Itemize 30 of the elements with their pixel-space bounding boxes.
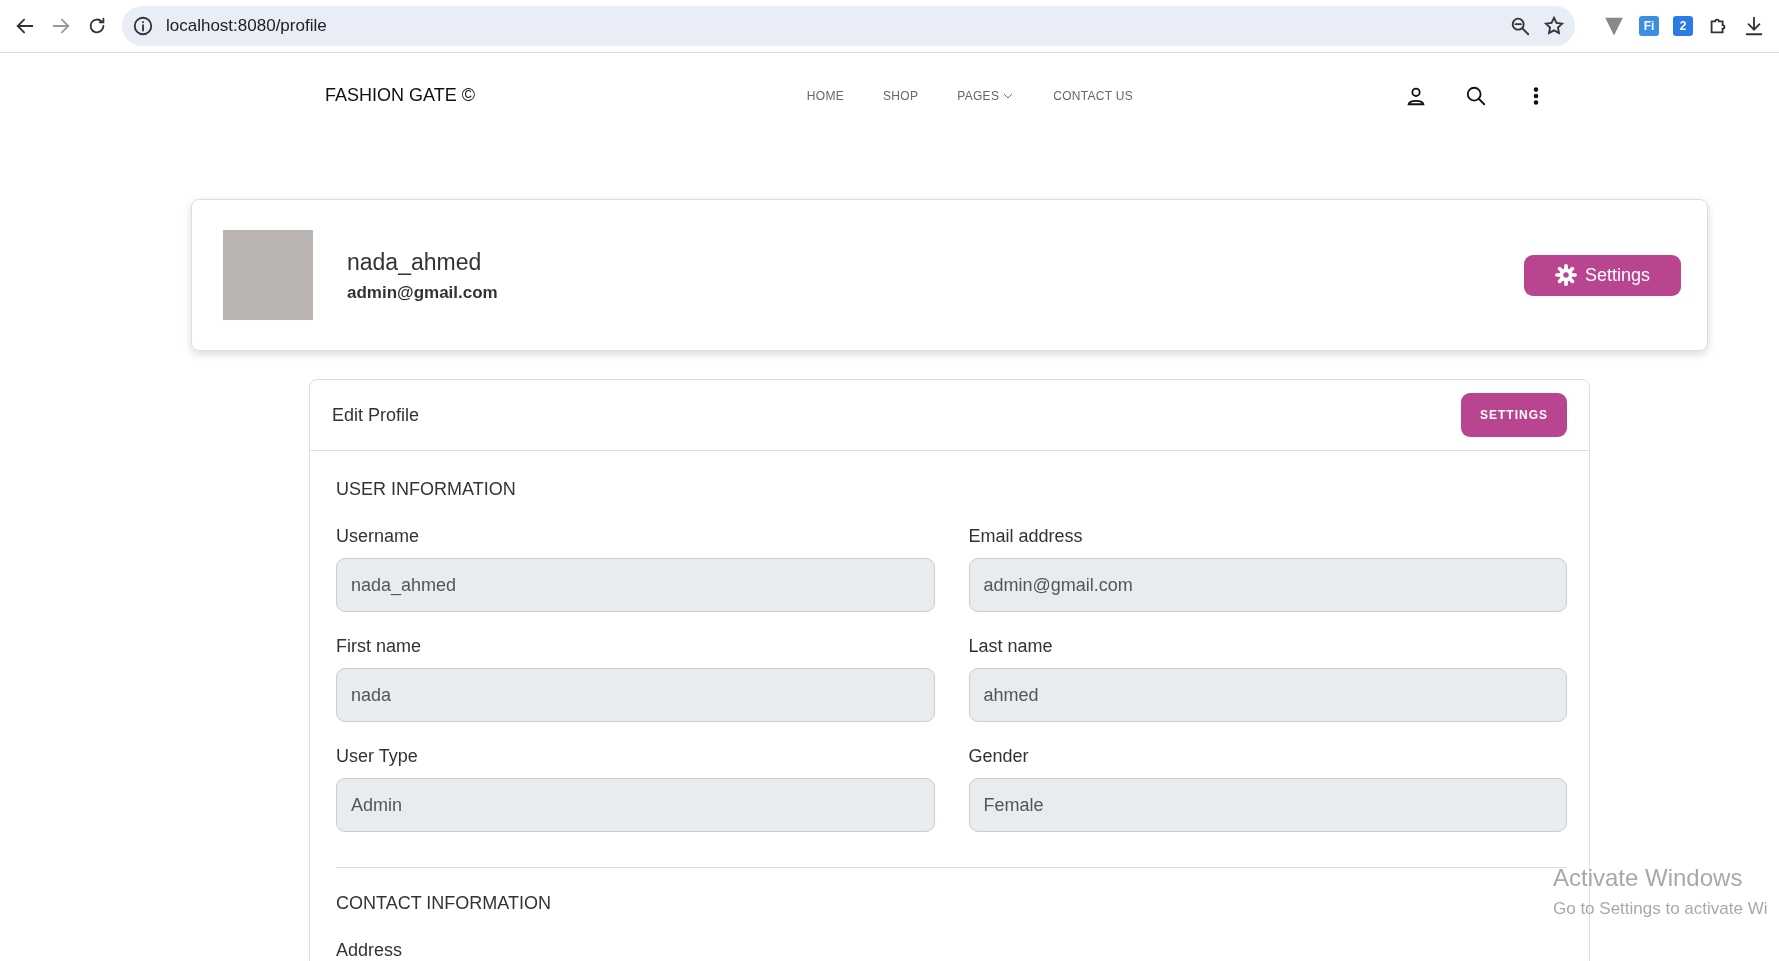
section-heading: USER INFORMATION	[336, 478, 516, 501]
field-label: User Type	[336, 745, 418, 768]
notice-text: Go to Settings to activate Wi	[1553, 898, 1768, 920]
field-label: First name	[336, 635, 422, 658]
zoom-icon[interactable]	[1509, 15, 1531, 37]
nav-link[interactable]: SHOP	[883, 86, 919, 105]
section-heading: CONTACT INFORMATION	[336, 892, 551, 915]
field-label: Username	[336, 525, 420, 548]
notice-title: Activate Windows	[1553, 863, 1744, 893]
download-icon[interactable]	[1743, 15, 1765, 37]
gear-icon	[1554, 264, 1577, 286]
user-email: admin@gmail.com	[347, 281, 499, 304]
nav-link[interactable]: CONTACT US	[1053, 86, 1134, 105]
card-title: Edit Profile	[332, 403, 420, 427]
nav-link[interactable]: PAGES	[957, 86, 1015, 105]
field-label: Gender	[968, 745, 1029, 768]
user-name: nada_ahmed	[347, 248, 483, 277]
settings-button[interactable]: SETTINGS	[1461, 393, 1567, 437]
field-label: Email address	[968, 525, 1083, 548]
v-shape-icon[interactable]	[1603, 15, 1625, 37]
field-label: Last name	[968, 635, 1053, 658]
search-icon[interactable]	[1465, 84, 1487, 107]
field-label: Address	[336, 939, 403, 961]
info-icon[interactable]	[132, 15, 154, 37]
extension-icon[interactable]: Fi	[1639, 16, 1659, 36]
star-icon[interactable]	[1543, 15, 1565, 37]
extension-icon[interactable]: 2	[1673, 16, 1693, 36]
settings-button[interactable]: Settings	[1523, 254, 1681, 296]
nav-link[interactable]: HOME	[806, 86, 845, 105]
brand-logo[interactable]: FASHION GATE ©	[325, 82, 475, 109]
